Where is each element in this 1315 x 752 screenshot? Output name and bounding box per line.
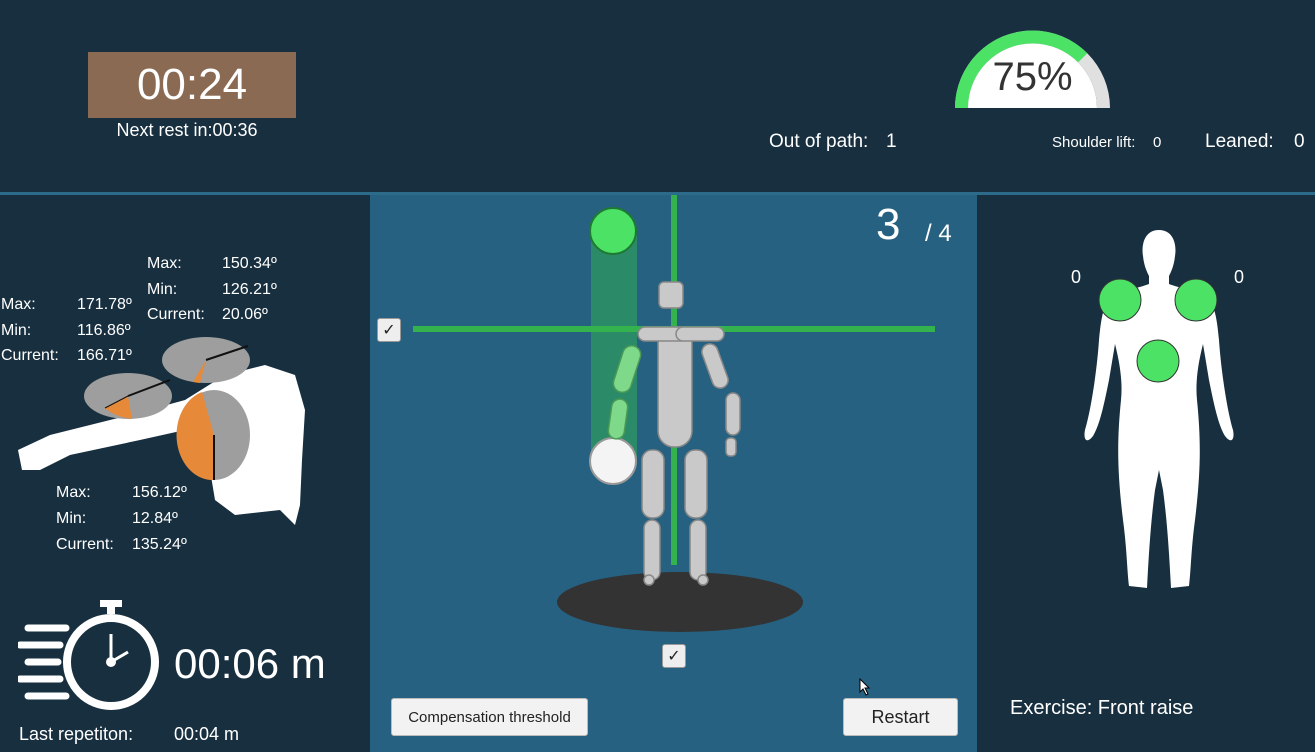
leaned-value: 0 xyxy=(1294,131,1305,152)
target-ball xyxy=(589,207,637,255)
sl-cur-label: Current: xyxy=(1,347,59,364)
repetition-current: 3 xyxy=(876,200,901,249)
right-shoulder-indicator xyxy=(1174,278,1218,322)
last-repetition-value: 00:04 m xyxy=(174,724,240,744)
shoulder-lift-label: Shoulder lift: xyxy=(1052,134,1136,151)
hand-ball xyxy=(589,437,637,485)
out-of-path-label: Out of path: xyxy=(769,131,869,152)
el-cur-label: Current: xyxy=(56,536,114,553)
exercise-label: Exercise: Front raise xyxy=(1010,697,1194,719)
sl-min-value: 116.86º xyxy=(77,322,131,339)
leaned-label: Leaned: xyxy=(1205,131,1274,152)
trunk-indicator xyxy=(1136,339,1180,383)
el-max-label: Max: xyxy=(56,484,91,501)
repetition-total: / 4 xyxy=(925,220,952,247)
horizontal-guide-checkbox[interactable]: ✓ xyxy=(377,318,401,342)
progress-percent: 75% xyxy=(992,55,1073,99)
right-shoulder-count: 0 xyxy=(1234,267,1245,287)
st-min-label: Min: xyxy=(147,281,178,298)
restart-button[interactable]: Restart xyxy=(843,698,958,736)
st-min-value: 126.21º xyxy=(222,281,277,298)
el-min-value: 12.84º xyxy=(132,510,178,527)
compensation-indicators xyxy=(1098,278,1218,383)
session-timer: 00:24 xyxy=(88,52,296,118)
avatar-scene xyxy=(413,195,935,632)
vertical-guide-checkbox[interactable]: ✓ xyxy=(662,644,686,668)
el-min-label: Min: xyxy=(56,510,87,527)
stopwatch-icon xyxy=(18,600,159,710)
mouse-cursor-icon xyxy=(859,678,871,696)
st-max-value: 150.34º xyxy=(222,255,277,272)
left-shoulder-count: 0 xyxy=(1071,267,1082,287)
out-of-path-value: 1 xyxy=(886,131,897,152)
compensation-threshold-button[interactable]: Compensation threshold xyxy=(391,698,588,736)
sl-max-label: Max: xyxy=(1,296,36,313)
st-cur-label: Current: xyxy=(147,306,205,323)
sl-min-label: Min: xyxy=(1,322,32,339)
next-rest-label: Next rest in:00:36 xyxy=(116,120,258,140)
repetition-duration: 00:06 m xyxy=(174,640,326,687)
st-max-label: Max: xyxy=(147,255,182,272)
st-cur-value: 20.06º xyxy=(222,306,268,323)
el-cur-value: 135.24º xyxy=(132,536,187,553)
sl-cur-value: 166.71º xyxy=(77,347,132,364)
floor-shadow xyxy=(557,572,803,632)
sl-max-value: 171.78º xyxy=(77,296,132,313)
last-repetition-label: Last repetiton: xyxy=(19,724,134,744)
shoulder-lift-value: 0 xyxy=(1153,134,1162,151)
trunk-count: 0 xyxy=(1152,388,1163,408)
el-max-value: 156.12º xyxy=(132,484,187,501)
left-shoulder-indicator xyxy=(1098,278,1142,322)
